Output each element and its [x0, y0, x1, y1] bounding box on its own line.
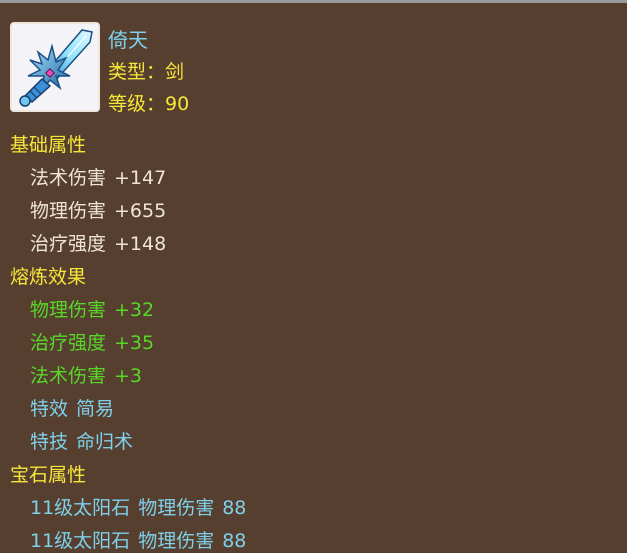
attribute-name: 法术伤害: [30, 167, 107, 189]
special-label: 特技: [30, 431, 69, 453]
attribute-value: +147: [114, 167, 167, 189]
base-attribute-row: 法术伤害 +147: [30, 163, 166, 190]
special-skill-row: 特技 命归术: [30, 427, 133, 454]
special-value: 命归术: [76, 431, 134, 453]
item-level-label: 等级：: [108, 93, 166, 115]
base-attributes-title: 基础属性: [10, 134, 87, 156]
item-name: 倚天: [108, 28, 148, 52]
attribute-value: +655: [114, 200, 167, 222]
item-type: 类型：剑: [108, 57, 184, 84]
special-value: 简易: [76, 398, 115, 420]
attribute-name: 治疗强度: [30, 332, 107, 354]
item-type-label: 类型：: [108, 61, 166, 83]
attribute-value: +35: [114, 332, 155, 354]
gem-name: 11级太阳石: [30, 497, 131, 519]
base-attribute-row: 治疗强度 +148: [30, 229, 166, 256]
gem-value: 88: [222, 497, 247, 519]
gem-name: 11级太阳石: [30, 530, 131, 552]
forge-attribute-row: 法术伤害 +3: [30, 361, 142, 388]
gem-value: 88: [222, 530, 247, 552]
item-header: 倚天 类型：剑 等级：90: [10, 22, 610, 115]
gem-attribute: 物理伤害: [138, 530, 215, 552]
attribute-value: +32: [114, 299, 155, 321]
attribute-name: 物理伤害: [30, 299, 107, 321]
gem-attributes-title: 宝石属性: [10, 464, 87, 486]
gem-attribute: 物理伤害: [138, 497, 215, 519]
forge-effects-title: 熔炼效果: [10, 266, 87, 288]
forge-attribute-row: 物理伤害 +32: [30, 295, 154, 322]
item-level-value: 90: [165, 93, 190, 115]
base-attribute-row: 物理伤害 +655: [30, 196, 166, 223]
ice-sword-icon: [10, 22, 100, 112]
gem-row: 11级太阳石 物理伤害 88: [30, 526, 246, 553]
item-type-value: 剑: [165, 61, 185, 83]
attribute-name: 物理伤害: [30, 200, 107, 222]
forge-attribute-row: 治疗强度 +35: [30, 328, 154, 355]
item-level: 等级：90: [108, 89, 189, 116]
attribute-name: 治疗强度: [30, 233, 107, 255]
attribute-value: +3: [114, 365, 143, 387]
attribute-value: +148: [114, 233, 167, 255]
special-effect-row: 特效 简易: [30, 394, 114, 421]
attribute-name: 法术伤害: [30, 365, 107, 387]
gem-row: 11级太阳石 物理伤害 88: [30, 493, 246, 520]
special-label: 特效: [30, 398, 69, 420]
item-tooltip-panel: 倚天 类型：剑 等级：90 基础属性 法术伤害 +147 物理伤害 +655 治疗强…: [0, 3, 627, 553]
